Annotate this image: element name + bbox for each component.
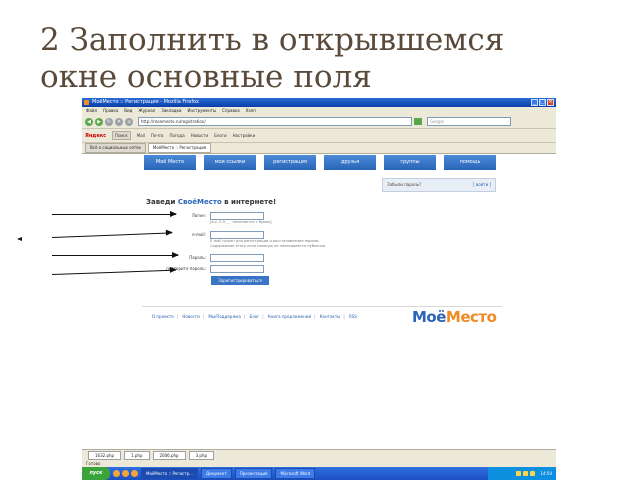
tray-icon[interactable] — [516, 471, 522, 476]
footer-divider — [142, 306, 502, 307]
moemesto-logo[interactable]: МоёМесто — [412, 308, 497, 326]
email-hint-2: Содержимое этого поля никогда не показыв… — [210, 244, 327, 248]
taskbar-button[interactable]: Презентация — [234, 468, 273, 479]
yandex-search-button[interactable]: Поиск — [112, 131, 131, 140]
forgot-password-link[interactable]: Забыли пароль? — [387, 179, 421, 191]
login-hint: [a-z, 0-9, _ , начинается с буквы] — [210, 220, 272, 224]
slide-title-line1: 2 Заполнить в открывшемся — [40, 22, 505, 58]
yandex-toolbar: Яндекс Поиск Mail Почта Погода Новости Б… — [82, 129, 556, 143]
footer-support[interactable]: Мы/Поддержка — [208, 314, 240, 319]
status-bar: Готово — [82, 460, 556, 467]
site-nav-friends[interactable]: друзья — [324, 155, 376, 170]
menu-edit[interactable]: Правка — [103, 107, 118, 115]
minimize-icon[interactable]: _ — [531, 99, 538, 106]
site-nav-help[interactable]: помощь — [444, 155, 496, 170]
menu-view[interactable]: Вид — [124, 107, 132, 115]
login-input[interactable] — [210, 212, 264, 220]
menu-extra[interactable]: Хэлп — [246, 107, 256, 115]
registration-heading: Заведи СвоёМесто в интернете! — [146, 198, 276, 206]
browser-screenshot: МоёМесто :: Регистрация - Mozilla Firefo… — [82, 98, 556, 480]
download-item[interactable]: 1.php — [124, 451, 150, 460]
home-icon[interactable]: ⌂ — [125, 117, 133, 126]
quick-launch-icon[interactable] — [131, 470, 138, 477]
slide-title: 2 Заполнить в открывшемся окне основные … — [40, 22, 620, 96]
menu-file[interactable]: Файл — [86, 107, 97, 115]
logo-part1: Моё — [412, 308, 446, 326]
site-nav-groups[interactable]: группы — [384, 155, 436, 170]
toolbar-item-post[interactable]: Почта — [151, 133, 164, 138]
pointer-arrow-login — [52, 211, 177, 217]
tab-moemesto-registration[interactable]: МоёМесто :: Регистрация — [147, 143, 212, 153]
site-nav-home[interactable]: Моё Место — [144, 155, 196, 170]
reload-icon[interactable]: ↻ — [105, 117, 113, 126]
forgot-password-box: Забыли пароль? [ войти ] — [382, 178, 496, 192]
window-controls: _ □ × — [531, 99, 554, 106]
firefox-icon — [84, 100, 89, 105]
menu-bookmarks[interactable]: Закладки — [161, 107, 181, 115]
site-nav-my-links[interactable]: мои ссылки — [204, 155, 256, 170]
stop-icon[interactable]: ✕ — [115, 117, 123, 126]
toolbar-item-mail[interactable]: Mail — [137, 133, 145, 138]
pointer-arrow-password — [52, 252, 179, 258]
footer-blog[interactable]: Блог — [249, 314, 259, 319]
tray-icon[interactable] — [523, 471, 529, 476]
yandex-logo[interactable]: Яндекс — [85, 133, 106, 139]
site-nav-registration[interactable]: регистрация — [264, 155, 316, 170]
register-button[interactable]: Зарегистрироваться — [211, 276, 269, 285]
menu-history[interactable]: Журнал — [138, 107, 155, 115]
quick-launch-icon[interactable] — [113, 470, 120, 477]
download-item[interactable]: 1632.php — [88, 451, 122, 460]
download-item[interactable]: 2006.php — [152, 451, 186, 460]
footer-links: О проекте | Новости | Мы/Поддержка | Блог | … — [152, 314, 357, 319]
toolbar-item-settings[interactable]: Настройки — [233, 133, 256, 138]
clock: 14:50 — [540, 471, 552, 476]
tab-social-networks[interactable]: Всё о социальных сетях — [85, 143, 146, 153]
tab-bar: Всё о социальных сетях МоёМесто :: Регис… — [82, 143, 556, 154]
footer-contacts[interactable]: Контакты — [320, 314, 341, 319]
footer-about[interactable]: О проекте — [152, 314, 174, 319]
menu-tools[interactable]: Инструменты — [187, 107, 216, 115]
footer-rss[interactable]: RSS — [349, 314, 357, 319]
logo-part2: Место — [445, 308, 497, 326]
window-titlebar: МоёМесто :: Регистрация - Mozilla Firefo… — [82, 98, 556, 107]
heading-prefix: Заведи — [146, 198, 178, 206]
toolbar-item-news[interactable]: Новости — [191, 133, 208, 138]
navigation-toolbar: ◀ ▶ ↻ ✕ ⌂ http://moemesto.ru/registratio… — [82, 115, 556, 129]
heading-brand: СвоёМесто — [177, 198, 222, 206]
toolbar-item-weather[interactable]: Погода — [170, 133, 185, 138]
heading-suffix: в интернете! — [221, 198, 277, 206]
taskbar-button[interactable]: Документ — [200, 468, 232, 479]
tray-icon[interactable] — [530, 471, 536, 476]
windows-taskbar: пуск МоёМесто :: Регистр... Документ Пре… — [82, 467, 556, 480]
go-icon[interactable] — [414, 118, 422, 125]
taskbar-button[interactable]: МоёМесто :: Регистр... — [141, 468, 198, 479]
menu-bar: Файл Правка Вид Журнал Закладки Инструме… — [82, 107, 556, 115]
back-icon[interactable]: ◀ — [85, 117, 93, 126]
start-button[interactable]: пуск — [82, 467, 110, 480]
site-navigation: Моё Место мои ссылки регистрация друзья … — [144, 155, 496, 170]
menu-help[interactable]: Справка — [222, 107, 240, 115]
taskbar-button[interactable]: Microsoft Word — [275, 468, 316, 479]
forward-icon[interactable]: ▶ — [95, 117, 103, 126]
maximize-icon[interactable]: □ — [539, 99, 546, 106]
url-input[interactable]: http://moemesto.ru/registration/ — [138, 117, 412, 126]
email-input[interactable] — [210, 231, 264, 239]
footer-suggestions[interactable]: Книга предложений — [268, 314, 311, 319]
password-repeat-input[interactable] — [210, 265, 264, 273]
quick-launch — [113, 470, 138, 477]
close-icon[interactable]: × — [547, 99, 554, 106]
quick-launch-icon[interactable] — [122, 470, 129, 477]
password-input[interactable] — [210, 254, 264, 262]
system-tray: 14:50 — [488, 467, 556, 480]
toolbar-item-blogs[interactable]: Блоги — [214, 133, 226, 138]
enter-link[interactable]: [ войти ] — [473, 179, 491, 191]
footer-news[interactable]: Новости — [182, 314, 199, 319]
stray-arrowhead — [17, 237, 22, 241]
window-title: МоёМесто :: Регистрация - Mozilla Firefo… — [92, 99, 199, 105]
search-input[interactable]: Google — [427, 117, 511, 126]
download-item[interactable]: 3.php — [188, 451, 215, 460]
slide-title-line2: окне основные поля — [40, 59, 372, 95]
